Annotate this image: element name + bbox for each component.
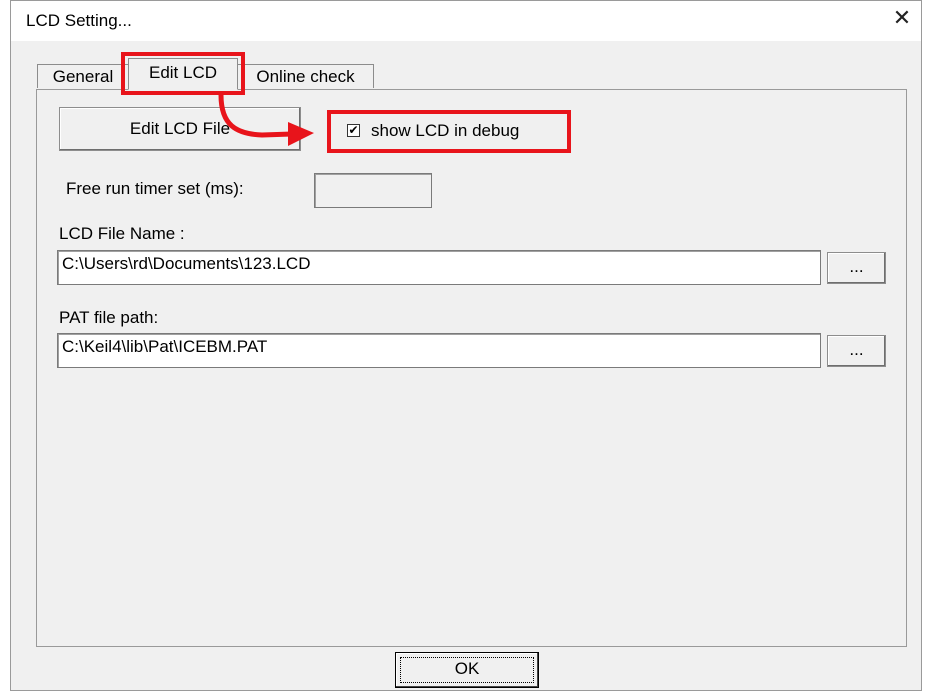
edit-lcd-file-button[interactable]: Edit LCD File <box>59 107 301 151</box>
tab-general[interactable]: General <box>37 64 129 88</box>
lcd-setting-dialog: LCD Setting... ✕ Edit LCD File ✔ show LC… <box>10 0 922 691</box>
pat-file-browse-label: ... <box>849 340 864 359</box>
highlight-show-lcd-checkbox <box>327 110 571 153</box>
lcd-file-browse-button[interactable]: ... <box>827 252 886 284</box>
edit-lcd-file-button-label: Edit LCD File <box>129 119 231 138</box>
pat-file-path-label: PAT file path: <box>59 308 159 327</box>
lcd-file-name-label: LCD File Name : <box>59 224 185 243</box>
tab-general-label: General <box>52 67 114 86</box>
pat-file-browse-button[interactable]: ... <box>827 335 886 367</box>
title-bar: LCD Setting... ✕ <box>11 1 921 41</box>
tab-edit-lcd-label: Edit LCD <box>148 63 218 82</box>
lcd-file-name-input[interactable]: C:\Users\rd\Documents\123.LCD <box>57 250 821 285</box>
tab-online-check[interactable]: Online check <box>237 64 374 88</box>
tab-panel-edit-lcd: Edit LCD File ✔ show LCD in debug Free r… <box>36 89 907 647</box>
free-run-timer-label: Free run timer set (ms): <box>66 179 244 198</box>
close-icon[interactable]: ✕ <box>887 3 917 33</box>
pat-file-path-input[interactable]: C:\Keil4\lib\Pat\ICEBM.PAT <box>57 333 821 368</box>
lcd-file-browse-label: ... <box>849 257 864 276</box>
free-run-timer-input[interactable] <box>314 173 432 208</box>
tab-edit-lcd[interactable]: Edit LCD <box>128 58 238 90</box>
tab-online-check-label: Online check <box>256 67 355 86</box>
ok-button[interactable]: OK <box>395 652 539 688</box>
dialog-title: LCD Setting... <box>26 11 132 30</box>
ok-button-label: OK <box>454 659 480 678</box>
